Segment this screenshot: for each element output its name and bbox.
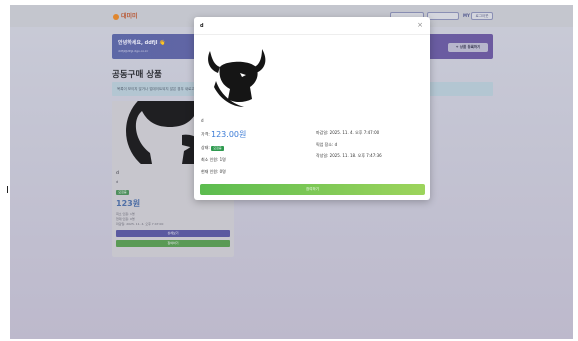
logo-text: 대미미 [121,13,138,20]
logo-icon [113,13,119,20]
card-current-people: 현재 인원: 0명 [116,217,135,221]
register-product-button[interactable]: + 상품 등록하기 [448,43,488,52]
app-window: 대미미 MY 로그아웃 안녕하세요, ddfjl 👋 ddfjl@dfgl.dg… [10,5,573,339]
nav-button-2[interactable] [427,12,459,20]
price-value: 123.00원 [211,130,247,139]
bull-logo-icon [201,38,274,111]
modal-header: d × [194,17,430,35]
modal-created: 작성일: 2025. 11. 18. 오후 7:47:36 [316,153,382,158]
detail-button[interactable]: 상세보기 [116,230,230,237]
nav-link-my[interactable]: MY [463,13,470,18]
join-button[interactable]: 참여하기 [200,184,425,195]
price-label: 가격: [201,131,210,137]
wave-icon: 👋 [159,40,166,46]
card-description: d [116,180,119,184]
user-email: ddfjl@dfgl.dgo.co.kr [118,49,149,53]
product-image-large [200,37,275,112]
modal-deadline: 마감일: 2025. 11. 4. 오후 7:47:00 [316,130,380,135]
status-label: 상태: [201,145,210,150]
card-join-button[interactable]: 참여하기 [116,240,230,247]
modal-min-people: 최소 인원: 1명 [201,157,226,162]
close-icon[interactable]: × [417,21,423,29]
card-title: d [116,171,119,176]
modal-current-people: 현재 인원: 0명 [201,169,226,174]
modal-price: 가격: 123.00원 [201,129,246,140]
modal-description: d [201,118,204,123]
card-price: 123원 [116,199,141,208]
text-cursor [7,186,8,193]
card-min-people: 최소 인원: 1명 [116,212,135,216]
welcome-title: 안녕하세요, ddfjl 👋 [118,40,166,46]
status-badge: 모집중 [116,190,129,195]
modal-title: d [200,23,204,29]
logo[interactable]: 대미미 [113,11,138,20]
modal-location: 픽업 장소: d [316,142,338,147]
modal-status: 상태: 모집중 [201,145,224,151]
product-detail-modal: d × d 가격: 123.00원 상태: 모집중 최소 인원: 1명 현재 인… [194,17,430,200]
status-badge: 모집중 [211,145,224,151]
card-deadline: 마감일: 2025. 11. 4. 오후 7:47:00 [116,222,164,226]
logout-button[interactable]: 로그아웃 [471,12,493,20]
page-title: 공동구매 상품 [112,70,162,80]
